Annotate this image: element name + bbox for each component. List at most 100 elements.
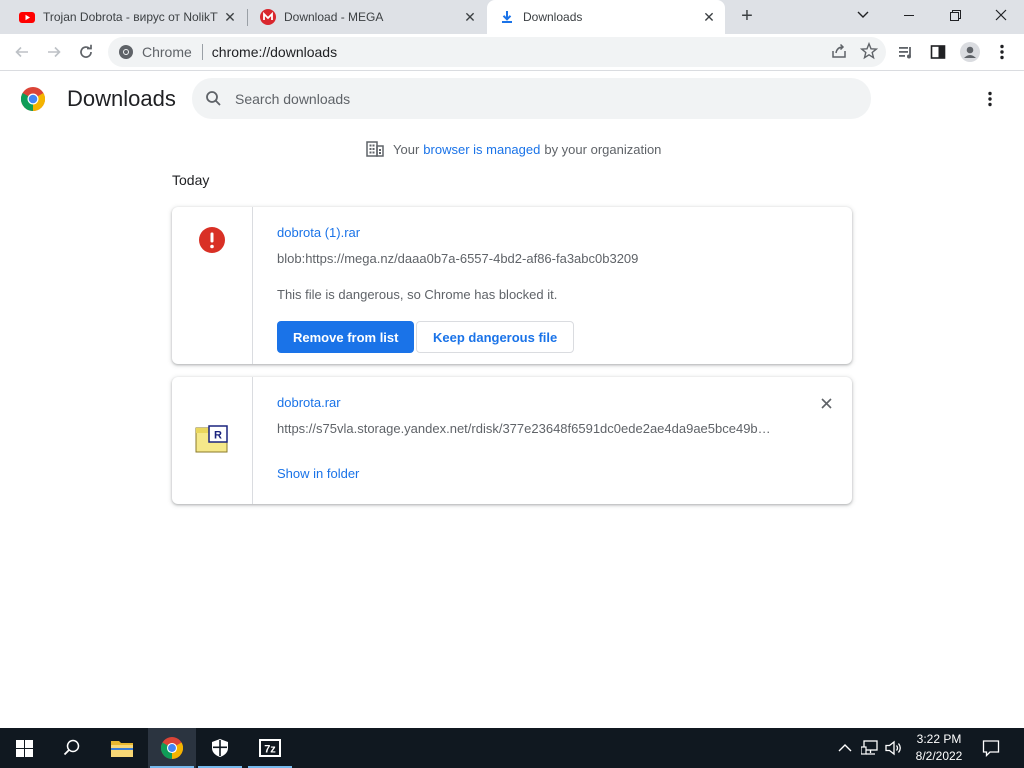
managed-prefix: Your	[393, 141, 420, 157]
folder-icon	[111, 741, 133, 757]
file-explorer-button[interactable]	[98, 728, 146, 768]
building-icon	[366, 141, 384, 157]
svg-text:7z: 7z	[264, 744, 276, 756]
url-text[interactable]: chrome://downloads	[212, 44, 337, 60]
browser-window: Trojan Dobrota - вирус от NolikTV ✕ Down…	[0, 0, 1024, 768]
tab-mega[interactable]: Download - MEGA ✕	[248, 0, 486, 34]
star-icon[interactable]	[860, 42, 878, 60]
chevron-up-icon[interactable]	[838, 743, 852, 753]
downloads-menu-button[interactable]	[980, 89, 1000, 109]
avatar-icon	[960, 42, 980, 62]
mega-icon	[260, 9, 276, 25]
start-button[interactable]	[0, 728, 48, 768]
notification-icon	[982, 740, 1000, 757]
show-in-folder-link[interactable]: Show in folder	[277, 466, 359, 481]
arrow-left-icon	[15, 46, 28, 58]
tab-close-button[interactable]: ✕	[701, 9, 717, 25]
close-icon	[995, 9, 1007, 21]
close-window-button[interactable]	[978, 0, 1024, 30]
restore-button[interactable]	[932, 0, 978, 30]
omnibox[interactable]: Chrome chrome://downloads	[108, 37, 886, 67]
chrome-menu-button[interactable]	[990, 40, 1014, 64]
restore-icon	[949, 9, 961, 21]
forward-button[interactable]	[42, 40, 66, 64]
date-heading: Today	[172, 172, 210, 188]
danger-description: This file is dangerous, so Chrome has bl…	[277, 287, 558, 302]
search-icon	[63, 739, 80, 756]
kebab-menu-icon	[988, 91, 992, 107]
file-url: https://s75vla.storage.yandex.net/rdisk/…	[277, 421, 771, 436]
taskbar-clock[interactable]: 3:22 PM 8/2/2022	[905, 731, 973, 765]
tab-downloads[interactable]: Downloads ✕	[487, 0, 725, 34]
media-button[interactable]	[894, 40, 918, 64]
tab-close-button[interactable]: ✕	[462, 9, 478, 25]
chrome-logo-icon	[21, 87, 45, 111]
shield-icon	[212, 739, 228, 757]
svg-text:R: R	[214, 430, 222, 442]
tab-youtube[interactable]: Trojan Dobrota - вирус от NolikTV ✕	[0, 0, 247, 34]
tab-title: Downloads	[523, 10, 583, 24]
clock-date: 8/2/2022	[915, 749, 963, 763]
7zip-taskbar-button[interactable]: 7z	[246, 728, 294, 768]
remove-from-list-button[interactable]: Remove from list	[277, 321, 415, 353]
7zip-icon: 7z	[259, 739, 281, 757]
new-tab-button[interactable]: +	[736, 6, 758, 28]
arrow-right-icon	[48, 46, 61, 58]
downloads-header: Downloads	[0, 71, 1024, 127]
tab-strip: Trojan Dobrota - вирус от NolikTV ✕ Down…	[0, 0, 1024, 34]
chrome-mono-icon	[119, 45, 133, 59]
file-name-link[interactable]: dobrota.rar	[277, 395, 341, 410]
file-name-link[interactable]: dobrota (1).rar	[277, 225, 360, 240]
clock-time: 3:22 PM	[916, 732, 962, 746]
chrome-taskbar-button[interactable]	[148, 728, 196, 768]
omnibox-separator	[201, 44, 203, 60]
tab-title: Trojan Dobrota - вирус от NolikTV	[43, 10, 218, 24]
file-icon-column: R	[172, 377, 253, 504]
file-url: blob:https://mega.nz/daaa0b7a-6557-4bd2-…	[277, 251, 639, 266]
tab-title: Download - MEGA	[284, 10, 384, 24]
profile-button[interactable]	[958, 40, 982, 64]
media-queue-icon	[899, 47, 911, 59]
download-item-completed: R dobrota.rar https://s75vla.storage.yan…	[172, 377, 852, 504]
managed-link[interactable]: browser is managed	[423, 142, 540, 157]
minimize-button[interactable]	[886, 0, 932, 30]
close-icon	[820, 397, 832, 409]
youtube-icon	[19, 12, 35, 23]
tab-search-button[interactable]	[840, 0, 886, 30]
windows-logo-icon	[15, 739, 33, 757]
minimize-icon	[904, 15, 914, 16]
search-box[interactable]	[192, 78, 871, 119]
back-button[interactable]	[10, 40, 34, 64]
side-panel-icon	[930, 45, 946, 59]
reload-icon	[80, 44, 92, 58]
share-icon[interactable]	[830, 42, 848, 60]
file-icon-column	[172, 207, 253, 364]
tab-close-button[interactable]: ✕	[222, 9, 238, 25]
action-center-button[interactable]	[968, 728, 1014, 768]
download-item-dangerous: dobrota (1).rar blob:https://mega.nz/daa…	[172, 207, 852, 364]
search-icon	[206, 91, 221, 106]
managed-notice: Your browser is managed by your organiza…	[366, 140, 661, 158]
rar-file-icon: R	[195, 425, 228, 453]
windows-taskbar: 7z 3:22 PM 8/2/2022	[0, 728, 1024, 768]
search-taskbar-button[interactable]	[48, 728, 96, 768]
kebab-menu-icon	[1000, 44, 1004, 60]
system-tray	[838, 728, 903, 768]
site-info[interactable]: Chrome	[118, 44, 192, 60]
site-label: Chrome	[142, 44, 192, 60]
reload-button[interactable]	[74, 40, 98, 64]
search-input[interactable]	[235, 78, 835, 119]
chrome-logo-icon	[161, 737, 183, 759]
chevron-down-icon	[857, 11, 869, 18]
remove-item-button[interactable]	[818, 395, 834, 411]
managed-suffix: by your organization	[544, 141, 662, 157]
volume-icon[interactable]	[885, 740, 903, 756]
page-title: Downloads	[67, 86, 176, 111]
keep-dangerous-file-button[interactable]: Keep dangerous file	[416, 321, 575, 353]
side-panel-button[interactable]	[926, 40, 950, 64]
toolbar: Chrome chrome://downloads	[0, 34, 1024, 71]
security-taskbar-button[interactable]	[196, 728, 244, 768]
download-icon	[502, 11, 512, 23]
danger-icon	[199, 227, 225, 253]
network-icon[interactable]	[861, 740, 879, 756]
